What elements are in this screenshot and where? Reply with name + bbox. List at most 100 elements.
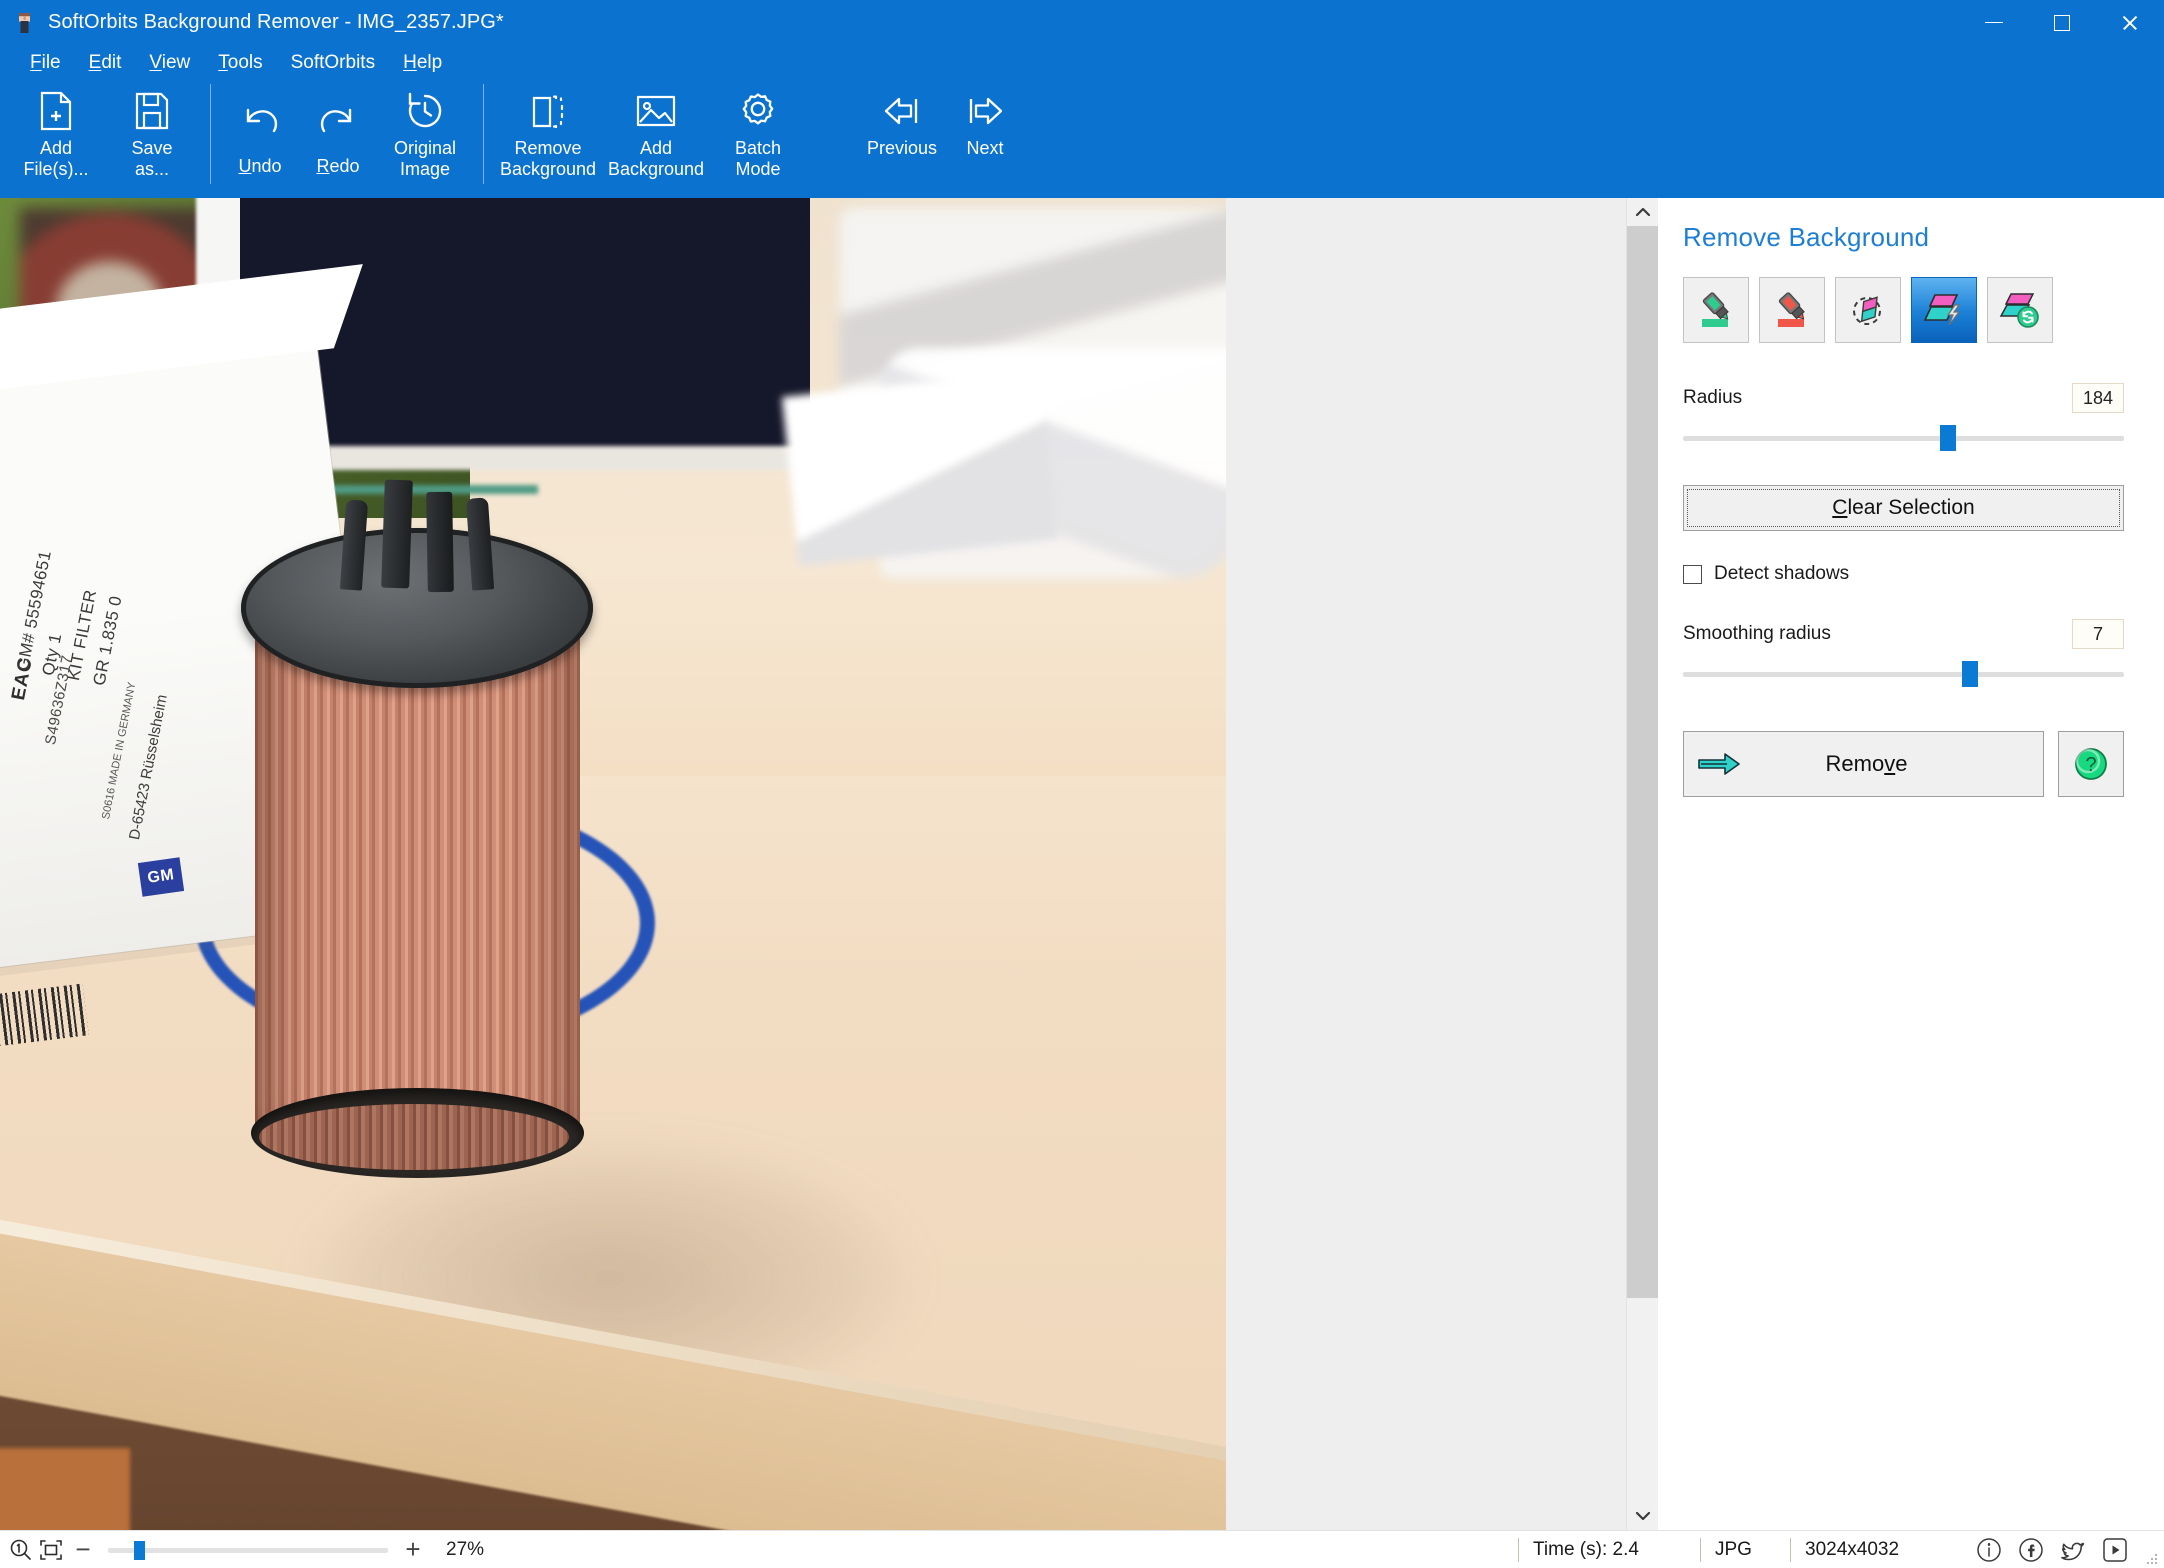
arrow-left-icon <box>879 88 925 134</box>
original-image-label: Original Image <box>393 138 457 179</box>
radius-slider-track <box>1683 436 2124 441</box>
radius-label: Radius <box>1683 387 1743 408</box>
zoom-out-button[interactable]: − <box>66 1534 100 1565</box>
mark-keep-marker-button[interactable] <box>1683 277 1749 343</box>
next-button[interactable]: Next <box>946 80 1024 159</box>
save-as-icon <box>129 88 175 134</box>
detect-shadows-checkbox[interactable]: Detect shadows <box>1683 563 2124 585</box>
undo-button[interactable]: Undo <box>221 80 299 177</box>
eraser-tool-button[interactable] <box>1835 277 1901 343</box>
app-icon <box>14 11 38 35</box>
save-as-button[interactable]: Save as... <box>104 80 200 180</box>
remove-button[interactable]: Remove <box>1683 731 2044 797</box>
photo-filter-tab-1 <box>381 479 413 589</box>
add-files-button[interactable]: Add File(s)... <box>8 80 104 180</box>
photo-floor-wood <box>0 1448 130 1530</box>
menu-item-edit[interactable]: Edit <box>75 50 136 76</box>
help-button[interactable]: ? <box>2058 731 2124 797</box>
youtube-icon[interactable] <box>2096 1533 2134 1567</box>
maximize-icon <box>2054 14 2070 31</box>
radius-row: Radius 184 <box>1683 383 2124 413</box>
minimize-button[interactable] <box>1960 0 2028 45</box>
close-icon <box>2121 14 2139 32</box>
detect-shadows-label: Detect shadows <box>1714 563 1850 584</box>
smoothing-radius-value-field[interactable]: 7 <box>2072 619 2124 649</box>
photo-filter-cap-rim <box>241 528 593 688</box>
checkbox-icon <box>1683 564 1702 584</box>
minimize-icon <box>1985 21 2003 24</box>
add-files-label: Add File(s)... <box>23 138 89 179</box>
fit-to-window-icon[interactable] <box>36 1535 66 1565</box>
mark-remove-marker-button[interactable] <box>1759 277 1825 343</box>
menu-item-file[interactable]: File <box>16 50 75 76</box>
photo-filter-tab-2 <box>426 491 454 593</box>
menu-item-view[interactable]: View <box>135 50 204 76</box>
remove-button-label: Remove <box>1825 751 1908 776</box>
previous-label: Previous <box>866 138 938 158</box>
photo-filter-bottom-inner <box>259 1104 569 1170</box>
svg-text:?: ? <box>2085 754 2096 776</box>
history-clock-icon <box>402 88 448 134</box>
menu-label-file: ile <box>41 51 61 73</box>
undo-icon <box>237 98 283 144</box>
clear-selection-button[interactable]: Clear Selection <box>1683 485 2124 531</box>
radius-slider[interactable] <box>1683 425 2124 451</box>
maximize-button[interactable] <box>2028 0 2096 45</box>
window-title: SoftOrbits Background Remover - IMG_2357… <box>48 11 504 33</box>
remove-background-icon <box>525 88 571 134</box>
resize-grip[interactable] <box>2146 1552 2158 1564</box>
double-arrow-right-icon <box>1684 750 1754 778</box>
photo-oil-filter-on-desk: EAC S49636Z317 GM# 55594651 Qty 1 KIT FI… <box>0 198 1226 1530</box>
menu-item-help[interactable]: Help <box>389 50 456 76</box>
smoothing-slider-thumb[interactable] <box>1961 661 1978 687</box>
batch-mode-label: Batch Mode <box>734 138 782 179</box>
window-controls <box>1960 0 2164 45</box>
radius-value-field[interactable]: 184 <box>2072 383 2124 413</box>
previous-button[interactable]: Previous <box>858 80 946 159</box>
image-canvas[interactable]: EAC S49636Z317 GM# 55594651 Qty 1 KIT FI… <box>0 198 1658 1530</box>
restore-refresh-icon <box>1999 293 2039 328</box>
add-background-button[interactable]: Add Background <box>602 80 710 180</box>
status-bar: − + 27% Time (s): 2.4 JPG 3024x4032 <box>0 1530 2164 1568</box>
redo-label: Redo <box>316 156 360 176</box>
batch-mode-button[interactable]: Batch Mode <box>710 80 806 180</box>
original-image-button[interactable]: Original Image <box>377 80 473 180</box>
chevron-up-icon[interactable] <box>1627 198 1658 226</box>
scrollbar-thumb[interactable] <box>1627 226 1658 1298</box>
add-file-icon <box>33 88 79 134</box>
close-button[interactable] <box>2096 0 2164 45</box>
photo-gm-logo: GM <box>137 857 185 897</box>
remove-background-panel: Remove Background Radius 184 Clear Selec… <box>1658 198 2164 1530</box>
zoom-slider[interactable] <box>108 1535 388 1565</box>
add-background-label: Add Background <box>607 138 705 179</box>
remove-background-button[interactable]: Remove Background <box>494 80 602 180</box>
zoom-percent-label: 27% <box>446 1538 485 1560</box>
help-question-icon: ? <box>2075 748 2107 780</box>
radius-slider-thumb[interactable] <box>1939 425 1956 451</box>
red-marker-icon <box>1778 292 1805 327</box>
redo-button[interactable]: Redo <box>299 80 377 177</box>
gear-icon <box>735 88 781 134</box>
magnifier-1to1-icon[interactable] <box>6 1535 36 1565</box>
smoothing-radius-slider[interactable] <box>1683 661 2124 687</box>
canvas-vertical-scrollbar[interactable] <box>1626 198 1658 1530</box>
menu-bar: File Edit View Tools SoftOrbits Help <box>0 45 2164 80</box>
add-background-icon <box>633 88 679 134</box>
restore-tool-button[interactable] <box>1987 277 2053 343</box>
chevron-down-icon[interactable] <box>1627 1502 1658 1530</box>
facebook-icon[interactable] <box>2012 1533 2050 1567</box>
photo-oil-filter <box>241 479 593 1178</box>
green-marker-icon <box>1702 292 1729 327</box>
status-dimensions: 3024x4032 <box>1790 1537 1899 1562</box>
undo-label: Undo <box>238 156 282 176</box>
title-bar: SoftOrbits Background Remover - IMG_2357… <box>0 0 2164 45</box>
menu-item-softorbits[interactable]: SoftOrbits <box>277 50 389 76</box>
magic-wand-tool-button[interactable] <box>1911 277 1977 343</box>
menu-item-tools[interactable]: Tools <box>204 50 276 76</box>
twitter-icon[interactable] <box>2054 1533 2092 1567</box>
zoom-slider-thumb[interactable] <box>133 1540 145 1560</box>
info-icon[interactable] <box>1970 1533 2008 1567</box>
zoom-in-button[interactable]: + <box>396 1534 430 1565</box>
toolbar-separator-1 <box>210 84 211 184</box>
app-window: SoftOrbits Background Remover - IMG_2357… <box>0 0 2164 1568</box>
